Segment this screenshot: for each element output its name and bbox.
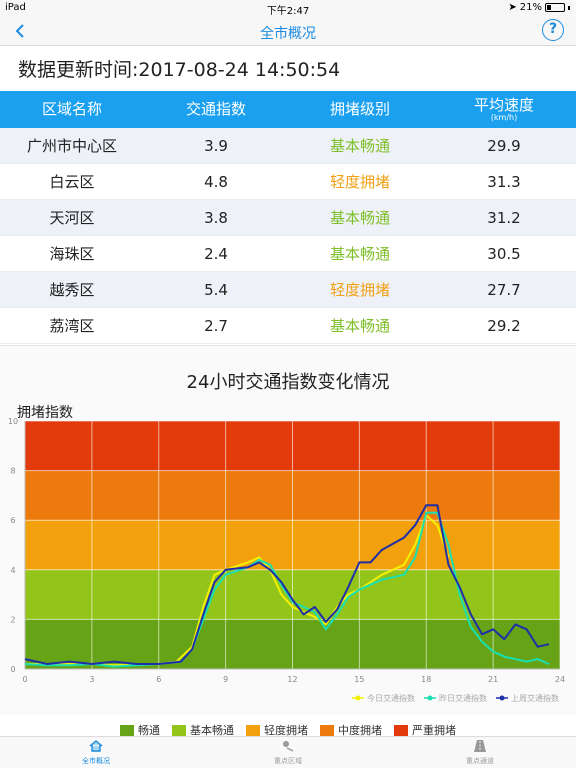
page-title: 全市概况 — [260, 26, 316, 42]
header-level: 拥堵级别 — [329, 100, 390, 118]
update-time-value: 2017-08-24 14:50:54 — [138, 59, 341, 81]
y-axis-label: 拥堵指数 — [17, 405, 73, 421]
cell-index: 2.7 — [204, 316, 228, 335]
cell-level: 基本畅通 — [329, 209, 390, 227]
x-tick-label: 21 — [488, 675, 498, 684]
table-header: 区域名称 交通指数 拥堵级别 平均速度 (km/h) — [0, 91, 576, 128]
traffic-index-chart: 0 3 6 9 12 15 18 21 240246810拥堵指数今日交通指数 昨日交通指数 上周交… — [8, 405, 565, 703]
header-speed-label: 平均速度 — [473, 95, 534, 114]
series-legend-marker — [499, 695, 505, 701]
legend-swatch — [120, 724, 134, 736]
cell-index: 5.4 — [204, 280, 228, 299]
tab-bar: 全市概况 重点区域 重点通道 — [0, 736, 576, 768]
location-arrow-icon: ➤ — [508, 2, 517, 13]
cell-area: 荔湾区 — [49, 317, 95, 335]
header-speed-unit: (km/h) — [490, 112, 518, 122]
cell-area: 白云区 — [49, 173, 95, 191]
legend-swatch — [320, 724, 334, 736]
road-icon — [473, 739, 487, 756]
help-button[interactable]: ? — [542, 19, 564, 41]
table-row[interactable]: 天河区 3.8 基本畅通 31.2 — [0, 200, 576, 236]
cell-speed: 31.2 — [487, 208, 521, 227]
status-right: ➤ 21% — [508, 2, 570, 13]
cell-index: 3.8 — [204, 208, 228, 227]
cell-area: 海珠区 — [49, 245, 95, 263]
table-row[interactable]: 广州市中心区 3.9 基本畅通 29.9 — [0, 128, 576, 164]
tab-label: 全市概况 — [82, 756, 110, 765]
cell-index: 2.4 — [204, 244, 228, 263]
y-tick-label: 2 — [10, 615, 15, 624]
cell-speed: 30.5 — [487, 244, 521, 263]
y-tick-label: 4 — [10, 566, 15, 575]
header-index: 交通指数 — [185, 100, 246, 118]
series-legend-label: 今日交通指数 — [367, 693, 415, 703]
cell-speed: 29.9 — [487, 136, 521, 155]
tab-home[interactable]: 全市概况 — [0, 737, 192, 768]
table-row[interactable]: 荔湾区 2.7 基本畅通 29.2 — [0, 308, 576, 344]
home-icon — [89, 739, 103, 756]
legend-swatch — [394, 724, 408, 736]
cell-level: 基本畅通 — [329, 317, 390, 335]
series-legend-label: 上周交通指数 — [511, 693, 559, 703]
table-row[interactable]: 越秀区 5.4 轻度拥堵 27.7 — [0, 272, 576, 308]
series-legend-label: 昨日交通指数 — [439, 693, 487, 703]
cell-level: 基本畅通 — [329, 245, 390, 263]
legend-swatch — [246, 724, 260, 736]
tab-label: 重点区域 — [274, 756, 302, 765]
series-legend-marker — [427, 695, 433, 701]
x-tick-label: 9 — [223, 675, 228, 684]
cell-speed: 29.2 — [487, 316, 521, 335]
cell-speed: 31.3 — [487, 172, 521, 191]
cell-level: 基本畅通 — [329, 137, 390, 155]
header-area: 区域名称 — [41, 100, 102, 118]
x-tick-label: 6 — [156, 675, 161, 684]
district-table: 区域名称 交通指数 拥堵级别 平均速度 (km/h) 广州市中心区 3.9 基本畅通… — [0, 91, 576, 344]
cell-area: 越秀区 — [49, 281, 95, 299]
y-tick-label: 6 — [10, 516, 15, 525]
tab-label: 重点通道 — [466, 756, 494, 765]
table-row[interactable]: 白云区 4.8 轻度拥堵 31.3 — [0, 164, 576, 200]
tab-road[interactable]: 重点通道 — [384, 737, 576, 768]
x-tick-label: 15 — [354, 675, 364, 684]
battery-icon — [545, 3, 565, 12]
x-tick-label: 3 — [89, 675, 94, 684]
cell-level: 轻度拥堵 — [329, 173, 390, 191]
cell-level: 轻度拥堵 — [329, 281, 390, 299]
header-speed: 平均速度 (km/h) — [432, 91, 576, 128]
cell-area: 广州市中心区 — [26, 137, 117, 155]
series-legend-marker — [355, 695, 361, 701]
location-pin-icon — [281, 740, 295, 756]
y-tick-label: 0 — [10, 665, 15, 674]
status-bar: iPad 下午2:47 ➤ 21% — [0, 0, 576, 17]
x-tick-label: 12 — [287, 675, 297, 684]
update-time: 数据更新时间:2017-08-24 14:50:54 — [18, 55, 340, 82]
tab-location-pin[interactable]: 重点区域 — [192, 737, 384, 768]
y-tick-label: 8 — [10, 467, 15, 476]
update-time-label: 数据更新时间: — [18, 59, 139, 81]
table-row[interactable]: 海珠区 2.4 基本畅通 30.5 — [0, 236, 576, 272]
x-tick-label: 0 — [22, 675, 27, 684]
status-time: 下午2:47 — [266, 6, 310, 17]
x-tick-label: 24 — [555, 675, 565, 684]
cell-area: 天河区 — [49, 209, 95, 227]
battery-percent: 21% — [519, 2, 542, 13]
cell-index: 4.8 — [204, 172, 228, 191]
legend-swatch — [172, 724, 186, 736]
cell-index: 3.9 — [204, 136, 228, 155]
navigation-bar: 全市概况 ? — [0, 16, 576, 46]
cell-speed: 27.7 — [487, 280, 521, 299]
chart-panel: 24小时交通指数变化情况 0 3 6 9 12 15 18 21 24 0 2 4 6 8 10 拥堵指数 今日… — [0, 345, 576, 715]
x-tick-label: 18 — [421, 675, 431, 684]
